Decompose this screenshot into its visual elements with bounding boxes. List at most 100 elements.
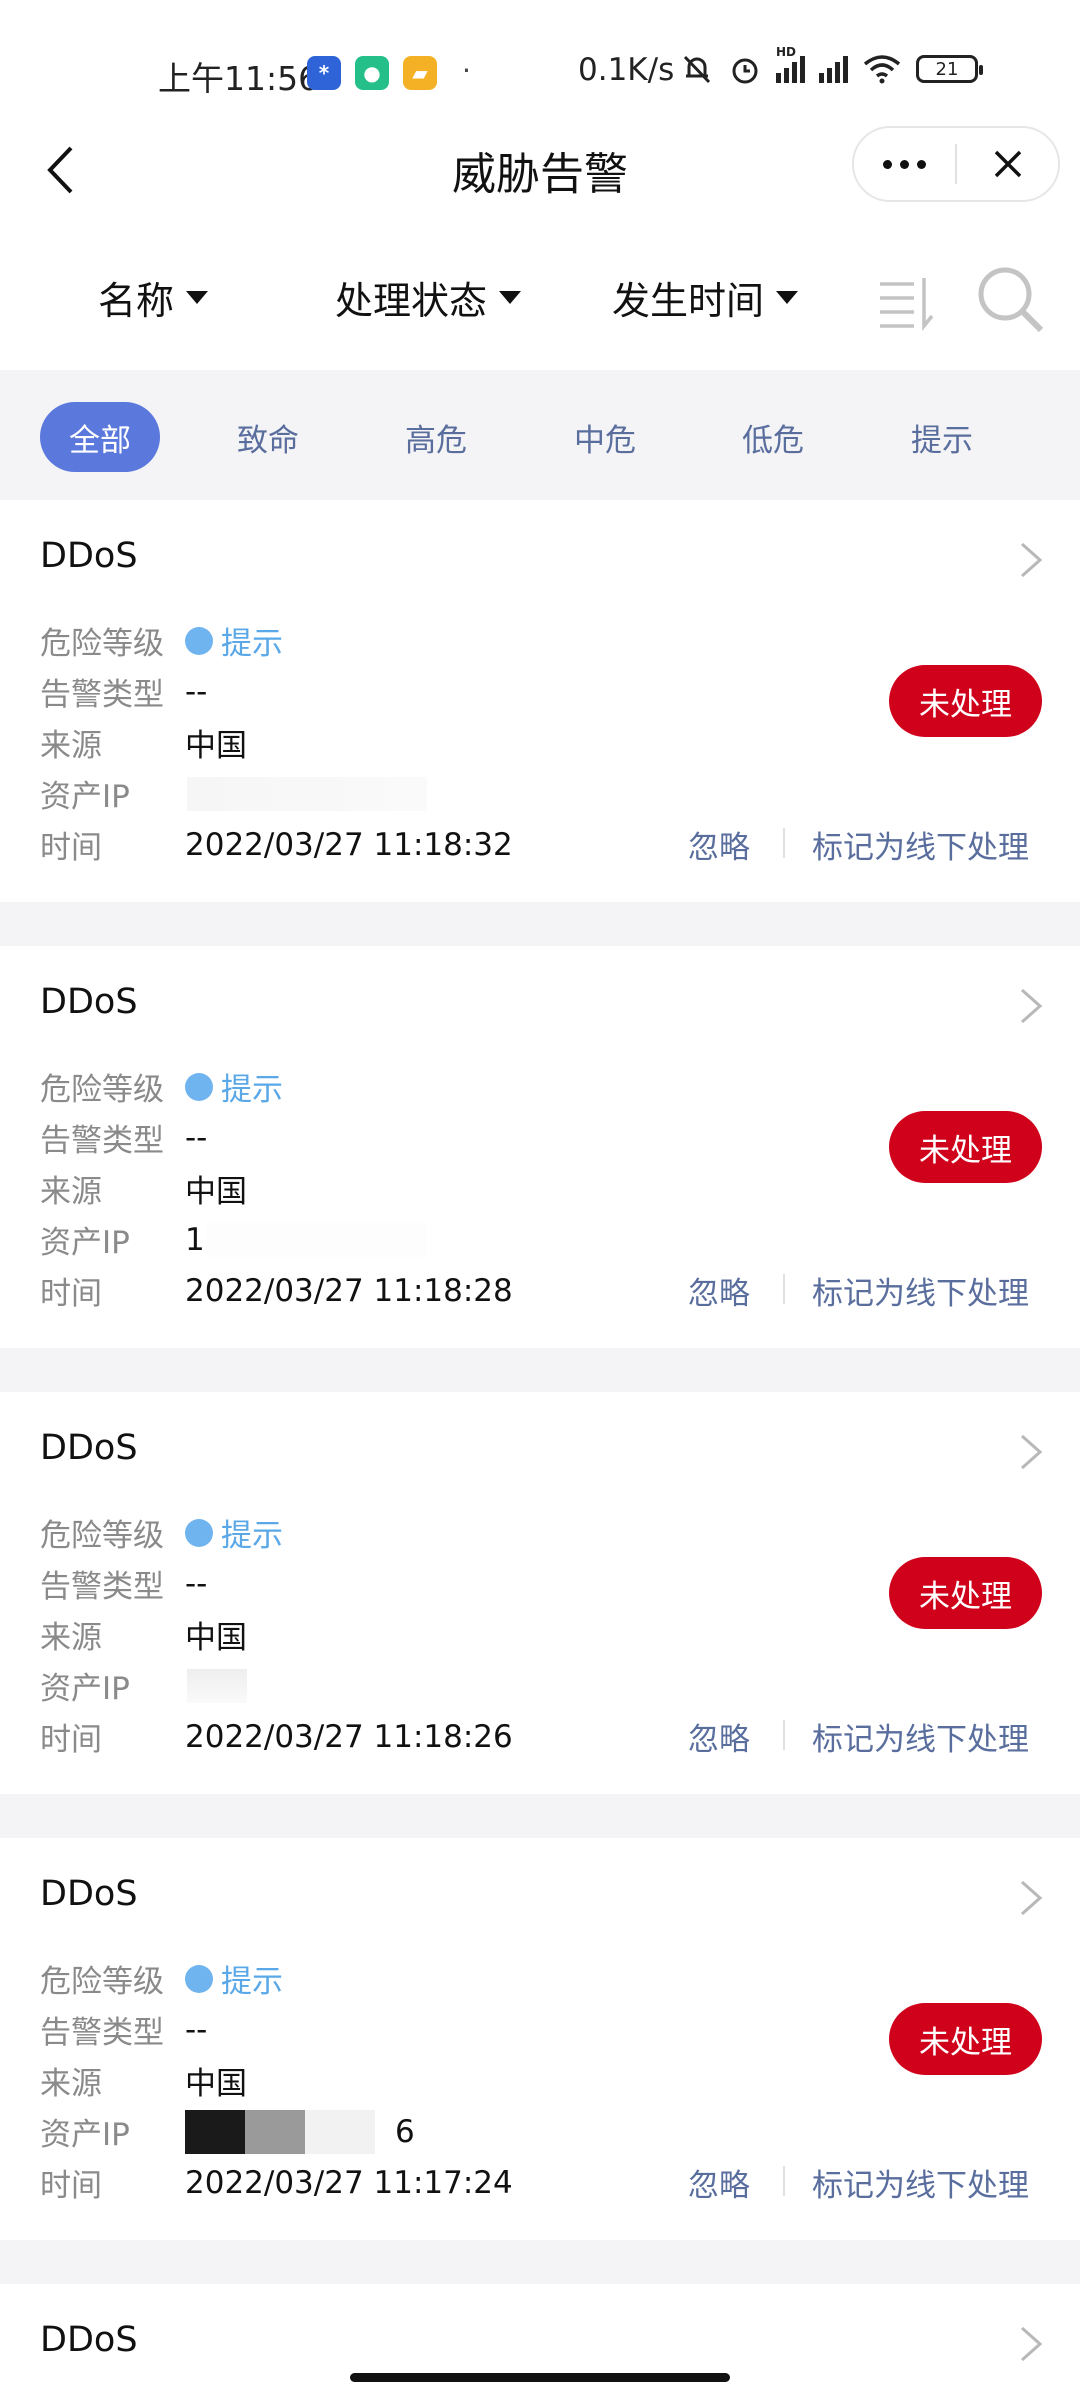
level-value: 提示 bbox=[185, 1510, 283, 1555]
level-value: 提示 bbox=[185, 1064, 283, 1109]
level-value: 提示 bbox=[185, 618, 283, 663]
ignore-button[interactable]: 忽略 bbox=[688, 1268, 750, 1313]
status-badge[interactable]: 未处理 bbox=[889, 1111, 1042, 1183]
status-badge[interactable]: 未处理 bbox=[889, 2003, 1042, 2075]
mark-offline-button[interactable]: 标记为线下处理 bbox=[812, 2160, 1029, 2205]
type-row: 告警类型 -- bbox=[40, 2007, 207, 2052]
mark-offline-button[interactable]: 标记为线下处理 bbox=[812, 822, 1029, 867]
search-icon[interactable] bbox=[975, 264, 1045, 334]
close-icon bbox=[994, 150, 1021, 178]
ignore-button[interactable]: 忽略 bbox=[688, 822, 750, 867]
time-row: 时间 2022/03/27 11:18:32 bbox=[40, 822, 513, 867]
mute-bell-icon bbox=[683, 55, 711, 84]
alert-card[interactable]: DDoS 危险等级 提示 告警类型 -- 来源 中国 资产IP 1 时间 202… bbox=[0, 946, 1080, 1348]
mark-offline-button[interactable]: 标记为线下处理 bbox=[812, 1714, 1029, 1759]
tab-hint[interactable]: 提示 bbox=[882, 402, 1002, 472]
source-value: 中国 bbox=[185, 728, 247, 764]
type-value: -- bbox=[185, 2011, 208, 2048]
chevron-right-icon bbox=[1021, 1880, 1043, 1916]
alert-card[interactable]: DDoS 危险等级 提示 告警类型 -- 来源 中国 资产IP 6 时间 202… bbox=[0, 1838, 1080, 2240]
ip-label: 资产IP bbox=[40, 2117, 130, 2153]
nav-bar: 威胁告警 bbox=[0, 120, 1080, 220]
network-speed: 0.1K/s bbox=[578, 52, 675, 88]
time-label: 时间 bbox=[40, 830, 102, 866]
ip-value: 1 bbox=[185, 1221, 205, 1258]
alert-card[interactable]: DDoS 危险等级 提示 告警类型 -- 来源 中国 资产IP 时间 2022/… bbox=[0, 500, 1080, 902]
ip-value: 6 bbox=[395, 2113, 415, 2150]
filter-name[interactable]: 名称 bbox=[98, 270, 209, 325]
ip-label: 资产IP bbox=[40, 1671, 130, 1707]
level-dot-icon bbox=[185, 626, 213, 655]
ignore-button[interactable]: 忽略 bbox=[688, 1714, 750, 1759]
level-text: 提示 bbox=[221, 1072, 283, 1108]
type-label: 告警类型 bbox=[40, 2015, 164, 2051]
alert-name: DDoS bbox=[40, 982, 138, 1022]
time-row: 时间 2022/03/27 11:18:26 bbox=[40, 1714, 513, 1759]
type-value: -- bbox=[185, 673, 208, 710]
action-divider bbox=[783, 1274, 785, 1304]
caret-down-icon bbox=[776, 291, 799, 304]
caret-down-icon bbox=[499, 291, 522, 304]
type-label: 告警类型 bbox=[40, 1569, 164, 1605]
level-dot-icon bbox=[185, 1518, 213, 1547]
tab-fatal[interactable]: 致命 bbox=[208, 402, 328, 472]
type-label: 告警类型 bbox=[40, 677, 164, 713]
mark-offline-button[interactable]: 标记为线下处理 bbox=[812, 1268, 1029, 1313]
time-value: 2022/03/27 11:18:32 bbox=[185, 826, 513, 863]
ip-label: 资产IP bbox=[40, 1225, 130, 1261]
filter-status[interactable]: 处理状态 bbox=[335, 270, 522, 325]
ip-row: 资产IP 6 bbox=[40, 2109, 415, 2154]
level-value: 提示 bbox=[185, 1956, 283, 2001]
level-label: 危险等级 bbox=[40, 1072, 164, 1108]
more-button[interactable] bbox=[854, 159, 955, 169]
tab-medium[interactable]: 中危 bbox=[545, 402, 665, 472]
app-notification-icon: * bbox=[307, 56, 341, 90]
alert-name: DDoS bbox=[40, 1874, 138, 1914]
sort-icon[interactable] bbox=[876, 272, 936, 332]
level-row: 危险等级 提示 bbox=[40, 1956, 283, 2001]
chevron-right-icon bbox=[1021, 1434, 1043, 1470]
battery-icon: 21 bbox=[916, 55, 983, 83]
wifi-icon bbox=[863, 55, 901, 84]
home-indicator[interactable] bbox=[350, 2373, 730, 2382]
tab-all[interactable]: 全部 bbox=[40, 402, 160, 472]
level-row: 危险等级 提示 bbox=[40, 1510, 283, 1555]
more-dots-icon bbox=[883, 159, 926, 169]
level-text: 提示 bbox=[221, 1964, 283, 2000]
source-label: 来源 bbox=[40, 1620, 102, 1656]
note-notification-icon: ▰ bbox=[403, 56, 437, 90]
filter-time[interactable]: 发生时间 bbox=[612, 270, 799, 325]
level-label: 危险等级 bbox=[40, 626, 164, 662]
source-label: 来源 bbox=[40, 728, 102, 764]
action-divider bbox=[783, 1720, 785, 1750]
ip-row: 资产IP bbox=[40, 771, 427, 816]
close-button[interactable] bbox=[957, 148, 1058, 180]
chevron-right-icon bbox=[1021, 988, 1043, 1024]
more-notifications-dot: · bbox=[462, 54, 471, 87]
alert-card[interactable]: DDoS 危险等级 提示 告警类型 -- 来源 中国 资产IP 时间 2022/… bbox=[0, 1392, 1080, 1794]
redacted-ip-block bbox=[305, 2109, 375, 2154]
time-value: 2022/03/27 11:18:26 bbox=[185, 1718, 513, 1755]
alert-card[interactable]: DDoS bbox=[0, 2284, 1080, 2400]
ip-row: 资产IP 1 bbox=[40, 1217, 427, 1262]
mini-program-capsule bbox=[852, 126, 1060, 202]
time-row: 时间 2022/03/27 11:17:24 bbox=[40, 2160, 513, 2205]
tab-high[interactable]: 高危 bbox=[376, 402, 496, 472]
level-row: 危险等级 提示 bbox=[40, 1064, 283, 1109]
status-badge[interactable]: 未处理 bbox=[889, 665, 1042, 737]
level-dot-icon bbox=[185, 1964, 213, 1993]
alarm-icon bbox=[732, 58, 758, 84]
status-badge[interactable]: 未处理 bbox=[889, 1557, 1042, 1629]
time-label: 时间 bbox=[40, 1722, 102, 1758]
time-label: 时间 bbox=[40, 2168, 102, 2204]
tab-low[interactable]: 低危 bbox=[713, 402, 833, 472]
chevron-right-icon bbox=[1021, 542, 1043, 578]
status-bar: 上午11:56 * ● ▰ · 0.1K/s HD 21 bbox=[0, 0, 1080, 140]
ignore-button[interactable]: 忽略 bbox=[688, 2160, 750, 2205]
alert-name: DDoS bbox=[40, 1428, 138, 1468]
level-text: 提示 bbox=[221, 626, 283, 662]
alert-name: DDoS bbox=[40, 536, 138, 576]
level-dot-icon bbox=[185, 1072, 213, 1101]
level-label: 危险等级 bbox=[40, 1964, 164, 2000]
status-time: 上午11:56 bbox=[158, 59, 320, 98]
